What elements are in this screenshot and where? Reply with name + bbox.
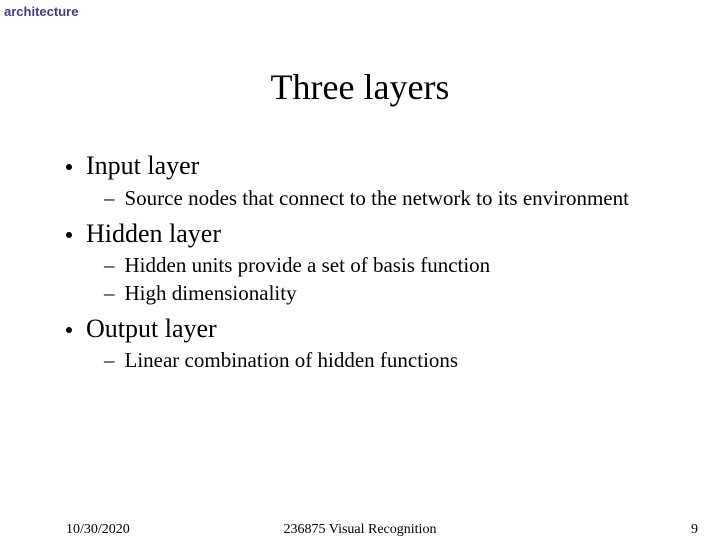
sub-item: – Linear combination of hidden functions — [104, 347, 666, 374]
bullet-icon — [66, 327, 72, 333]
bullet-item: Output layer — [66, 313, 666, 346]
sub-text: Hidden units provide a set of basis func… — [125, 252, 491, 279]
sub-item: – High dimensionality — [104, 280, 666, 307]
bullet-icon — [66, 164, 72, 170]
dash-icon: – — [104, 347, 115, 374]
sub-text: Linear combination of hidden functions — [125, 347, 459, 374]
footer-course: 236875 Visual Recognition — [0, 522, 720, 538]
sub-text: Source nodes that connect to the network… — [125, 185, 629, 212]
header-label: architecture — [4, 4, 78, 19]
slide-title: Three layers — [0, 66, 720, 108]
bullet-icon — [66, 232, 72, 238]
bullet-item: Hidden layer — [66, 218, 666, 251]
bullet-text: Input layer — [86, 150, 199, 183]
bullet-text: Hidden layer — [86, 218, 221, 251]
dash-icon: – — [104, 252, 115, 279]
slide-content: Input layer – Source nodes that connect … — [66, 150, 666, 375]
bullet-item: Input layer — [66, 150, 666, 183]
sub-text: High dimensionality — [125, 280, 297, 307]
sub-item: – Hidden units provide a set of basis fu… — [104, 252, 666, 279]
dash-icon: – — [104, 185, 115, 212]
bullet-text: Output layer — [86, 313, 217, 346]
footer-page-number: 9 — [691, 522, 698, 538]
dash-icon: – — [104, 280, 115, 307]
sub-item: – Source nodes that connect to the netwo… — [104, 185, 666, 212]
